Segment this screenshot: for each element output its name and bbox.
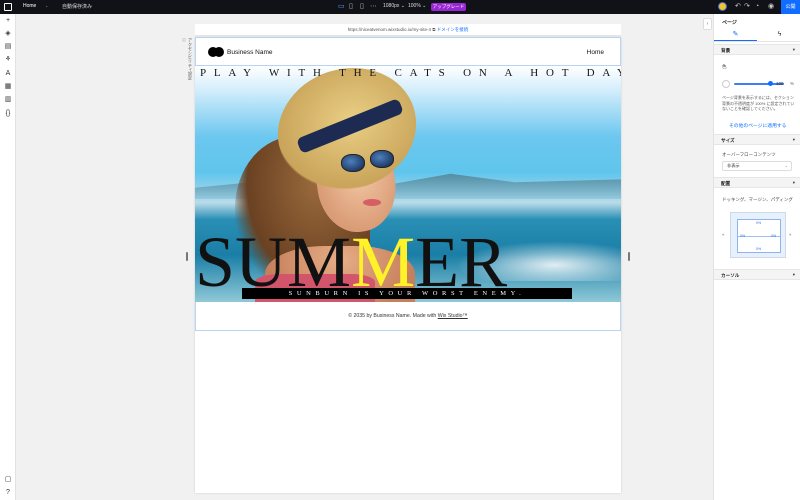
- section-title: 背景: [721, 47, 731, 53]
- docking-right-value[interactable]: 0%: [771, 234, 776, 238]
- summer-text-part: SUM: [195, 229, 352, 295]
- collapse-panel-button[interactable]: ›: [703, 18, 712, 30]
- section-title: サイズ: [721, 137, 735, 143]
- color-label: 色: [722, 64, 727, 69]
- opacity-unit: %: [790, 81, 795, 86]
- overflow-value: 非表示: [727, 163, 740, 168]
- mobile-breakpoint-icon[interactable]: ▯: [360, 3, 364, 11]
- page-canvas: Business Name Home PLAY WITH THE CATS ON…: [195, 37, 621, 493]
- chevron-down-icon: ⌄: [784, 163, 788, 168]
- color-swatch[interactable]: [722, 80, 730, 88]
- sitemap-icon[interactable]: ⚘: [3, 55, 13, 65]
- tablet-breakpoint-icon[interactable]: ▯: [349, 3, 353, 11]
- fonts-icon[interactable]: A: [3, 69, 13, 79]
- apps-icon[interactable]: ▦: [3, 82, 13, 92]
- pages-icon[interactable]: ▤: [3, 42, 13, 52]
- notifications-icon[interactable]: ◔: [755, 2, 759, 11]
- publish-button[interactable]: 公開: [781, 0, 800, 14]
- canvas-width-selector[interactable]: 1080px ⌄: [383, 3, 405, 9]
- undo-icon[interactable]: ↶: [735, 2, 741, 11]
- docking-top-value[interactable]: 0%: [756, 221, 761, 225]
- add-elements-icon[interactable]: +: [3, 16, 13, 26]
- background-note: ページ背景を表示するには、セクション背景の不透明度が 100% に設定されていな…: [722, 95, 795, 111]
- site-url[interactable]: https://niceatvenom.wixstudio.io/my-site…: [348, 27, 431, 32]
- help-icon[interactable]: [718, 2, 727, 11]
- business-logo[interactable]: [208, 47, 224, 57]
- summer-heading[interactable]: SUMMER: [195, 229, 621, 295]
- hero-image-lips: [363, 199, 381, 206]
- connect-domain-link[interactable]: ドメインを接続: [437, 27, 469, 32]
- docking-left-value[interactable]: 0%: [740, 234, 745, 238]
- section-layout[interactable]: 配置 ▾: [714, 177, 800, 188]
- panel-title: ページ: [722, 20, 737, 26]
- section-title: 配置: [721, 180, 731, 186]
- more-breakpoints-icon[interactable]: ⋯: [370, 3, 377, 11]
- right-resize-handle[interactable]: [628, 252, 630, 261]
- chevron-down-icon: ▾: [792, 137, 795, 142]
- redo-icon[interactable]: ↷: [744, 2, 750, 11]
- help-question-icon[interactable]: ?: [3, 488, 13, 498]
- interactions-tab-icon[interactable]: ϟ: [758, 29, 800, 41]
- desktop-breakpoint-icon[interactable]: ▭: [338, 3, 345, 11]
- opacity-value[interactable]: 100: [776, 81, 784, 86]
- accessibility-settings-label[interactable]: アクセシビリティ設定 ⓘ: [182, 38, 193, 84]
- left-toolbar: + ◈ ▤ ⚘ A ▦ ▥ {} ▢ ?: [0, 14, 16, 500]
- hero-image-sunglasses: [341, 154, 365, 172]
- footer-copyright: © 2035 by Business Name. Made with: [348, 313, 438, 319]
- zoom-selector[interactable]: 100% ⌄: [408, 3, 426, 9]
- hero-title[interactable]: PLAY WITH THE CATS ON A HOT DAY: [200, 67, 621, 79]
- cms-icon[interactable]: ▥: [3, 95, 13, 105]
- opacity-slider-knob[interactable]: [768, 81, 773, 86]
- autosave-status: 自動保存済み: [62, 4, 93, 10]
- docking-label: ドッキング、マージン、パディング: [722, 197, 793, 202]
- wix-logo-icon[interactable]: [4, 3, 12, 11]
- docking-editor[interactable]: 0% 0% 0% 0%: [730, 212, 786, 258]
- chevron-down-icon[interactable]: ⌄: [45, 3, 48, 8]
- business-name[interactable]: Business Name: [227, 49, 273, 56]
- site-url-bar: https://niceatvenom.wixstudio.io/my-site…: [195, 24, 621, 36]
- chevron-down-icon: ▾: [792, 272, 795, 277]
- upgrade-button[interactable]: アップグレード: [431, 3, 466, 11]
- section-cursor[interactable]: カーソル ▾: [714, 269, 800, 280]
- tab-divider: [714, 41, 800, 42]
- summer-text-part: ER: [415, 229, 508, 295]
- footer-wix-link[interactable]: Wix Studio™: [438, 313, 468, 319]
- hero-section[interactable]: PLAY WITH THE CATS ON A HOT DAY SUMMER S…: [195, 66, 621, 302]
- site-footer[interactable]: © 2035 by Business Name. Made with Wix S…: [195, 302, 621, 331]
- chevron-down-icon: ▾: [792, 180, 795, 185]
- chevron-down-icon: ▾: [792, 47, 795, 52]
- section-size[interactable]: サイズ ▾: [714, 134, 800, 145]
- inspector-panel: ページ ✎ ϟ 背景 ▾ 色 100 % ページ背景を表示するには、セクション背景…: [713, 14, 800, 500]
- apply-to-other-pages-link[interactable]: その他のページに適用する: [729, 122, 786, 129]
- code-icon[interactable]: {}: [3, 109, 13, 119]
- layers-icon[interactable]: ◈: [3, 29, 13, 39]
- margin-left-icon[interactable]: ⌖: [722, 232, 724, 237]
- design-tab-icon[interactable]: ✎: [714, 29, 757, 41]
- nav-home-link[interactable]: Home: [587, 49, 604, 56]
- overflow-select[interactable]: 非表示 ⌄: [722, 161, 792, 171]
- summer-highlight-letter: M: [351, 229, 416, 295]
- docking-bottom-value[interactable]: 0%: [756, 247, 761, 251]
- margin-right-icon[interactable]: ⌖: [789, 232, 791, 237]
- section-background[interactable]: 背景 ▾: [714, 44, 800, 55]
- chat-icon[interactable]: ▢: [3, 475, 13, 485]
- overflow-label: オーバーフローコンテンツ: [722, 152, 776, 157]
- site-header[interactable]: Business Name Home: [195, 37, 621, 66]
- tagline[interactable]: SUNBURN IS YOUR WORST ENEMY.: [242, 288, 572, 299]
- preview-icon[interactable]: ◉: [768, 2, 774, 11]
- left-resize-handle[interactable]: [186, 252, 188, 261]
- hero-image-sunglasses: [370, 150, 394, 168]
- page-selector[interactable]: Home: [23, 3, 36, 9]
- section-title: カーソル: [721, 272, 740, 278]
- top-bar: Home ⌄ 自動保存済み ▭ ▯ ▯ ⋯ 1080px ⌄ 100% ⌄ アッ…: [0, 0, 800, 14]
